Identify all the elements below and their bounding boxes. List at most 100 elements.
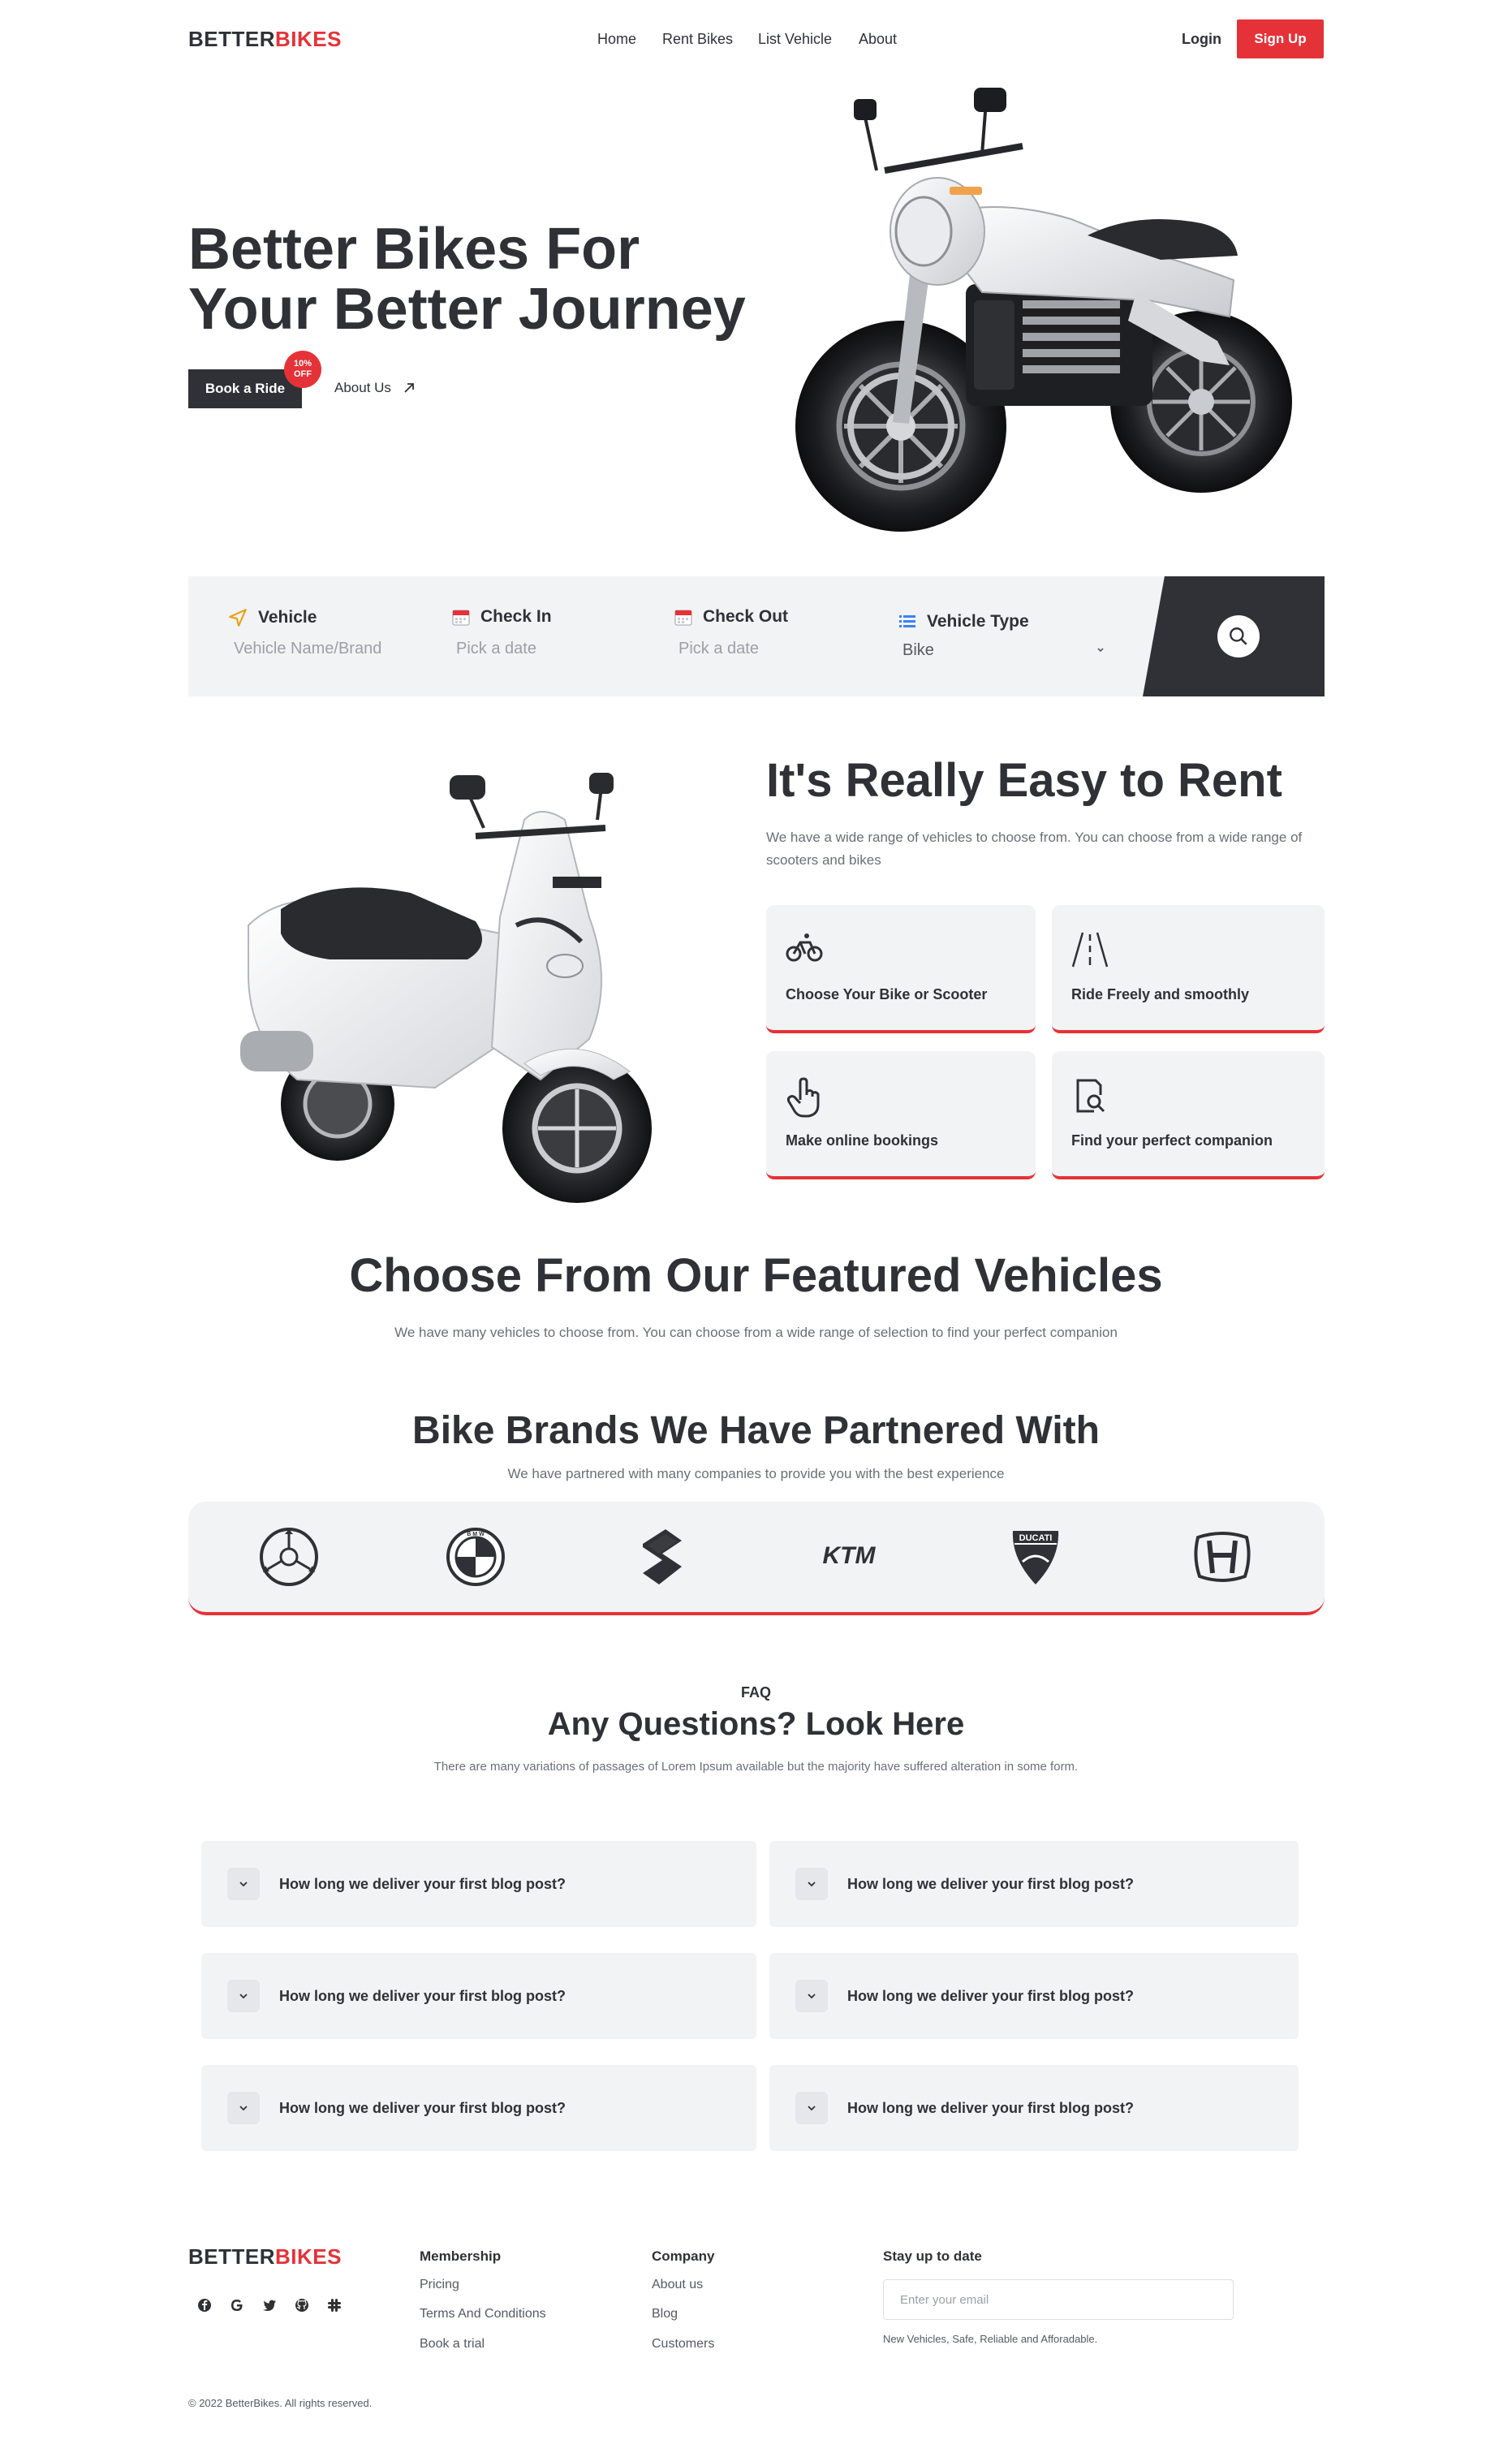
- suzuki-icon: [643, 1529, 682, 1584]
- featured-description: We have many vehicles to choose from. Yo…: [394, 1325, 1118, 1340]
- login-button[interactable]: Login: [1182, 31, 1221, 48]
- faq-question: How long we deliver your first blog post…: [279, 2099, 566, 2116]
- chevron-down-icon: [227, 1868, 260, 1900]
- search-button-panel[interactable]: [1143, 576, 1325, 696]
- faq-question: How long we deliver your first blog post…: [847, 2099, 1135, 2116]
- faq-item[interactable]: How long we deliver your first blog post…: [769, 1841, 1299, 1927]
- brands-description: We have partnered with many companies to…: [507, 1466, 1005, 1481]
- bmw-logo[interactable]: B M W: [445, 1526, 506, 1588]
- feature-label: Choose Your Bike or Scooter: [786, 986, 988, 1002]
- footer-newsletter-title: Stay up to date: [883, 2248, 982, 2264]
- honda-logo[interactable]: [1191, 1526, 1253, 1588]
- copyright: © 2022 BetterBikes. All rights reserved.: [188, 2397, 373, 2409]
- twitter-icon[interactable]: [258, 2294, 281, 2317]
- checkout-label: Check Out: [703, 607, 789, 626]
- bmw-icon: B M W: [446, 1528, 505, 1586]
- about-us-link[interactable]: About Us: [334, 380, 416, 396]
- arrow-up-right-icon: [404, 383, 414, 393]
- footer-link-terms[interactable]: Terms And Conditions: [420, 2307, 546, 2321]
- faq-item[interactable]: How long we deliver your first blog post…: [201, 2065, 756, 2151]
- search-button[interactable]: [1217, 615, 1260, 657]
- faq-item[interactable]: How long we deliver your first blog post…: [769, 2065, 1299, 2151]
- featured-title: Choose From Our Featured Vehicles: [349, 1249, 1163, 1302]
- facebook-icon[interactable]: [193, 2294, 216, 2317]
- checkout-field-label: Check Out: [674, 607, 788, 627]
- newsletter-note: New Vehicles, Safe, Reliable and Afforad…: [883, 2333, 1098, 2345]
- bmw-text: B M W: [467, 1532, 485, 1537]
- ktm-icon: KTM: [823, 1542, 877, 1569]
- feature-label: Ride Freely and smoothly: [1071, 986, 1250, 1002]
- github-icon[interactable]: [291, 2294, 313, 2317]
- vehicle-type-select[interactable]: Bike: [902, 638, 1105, 662]
- vehicle-field-label: Vehicle: [227, 607, 317, 628]
- signup-button[interactable]: Sign Up: [1237, 19, 1324, 58]
- logo-part1: BETTER: [188, 27, 275, 51]
- ducati-icon: DUCATI: [1012, 1531, 1059, 1584]
- vehicle-type-value: Bike: [902, 640, 934, 659]
- search-icon: [1230, 627, 1247, 645]
- vehicle-label: Vehicle: [258, 608, 317, 627]
- social-links: [193, 2294, 346, 2317]
- scooter-image: [240, 773, 652, 1203]
- book-ride-label: Book a Ride: [205, 381, 286, 396]
- footer-logo-part2: BIKES: [275, 2244, 342, 2269]
- discount-badge: 10% OFF: [284, 351, 321, 388]
- hero-motorcycle-image: [795, 88, 1292, 532]
- footer-logo[interactable]: BETTERBIKES: [188, 2244, 342, 2270]
- nav-list-vehicle[interactable]: List Vehicle: [758, 31, 832, 48]
- google-icon[interactable]: [226, 2294, 248, 2317]
- search-document-icon: [1076, 1079, 1105, 1113]
- footer-link-blog[interactable]: Blog: [652, 2307, 678, 2321]
- navigation-arrow-icon: [229, 609, 247, 627]
- slack-icon[interactable]: [323, 2294, 346, 2317]
- faq-question: How long we deliver your first blog post…: [847, 1987, 1135, 2004]
- calendar-icon: [674, 610, 692, 626]
- badge-line2: OFF: [294, 369, 312, 379]
- feature-label: Make online bookings: [786, 1132, 939, 1149]
- faq-question: How long we deliver your first blog post…: [847, 1875, 1135, 1892]
- site-logo[interactable]: BETTERBIKES: [188, 27, 342, 52]
- hero-title: Better Bikes For Your Better Journey: [188, 219, 746, 339]
- brands-title: Bike Brands We Have Partnered With: [412, 1409, 1100, 1452]
- ducati-text: DUCATI: [1019, 1533, 1053, 1543]
- footer-link-about[interactable]: About us: [652, 2278, 703, 2292]
- badge-line1: 10%: [293, 359, 312, 369]
- ducati-logo[interactable]: DUCATI: [1005, 1526, 1066, 1588]
- footer-link-pricing[interactable]: Pricing: [420, 2278, 459, 2292]
- bicycle-icon: [786, 933, 823, 962]
- footer-link-customers[interactable]: Customers: [652, 2337, 714, 2352]
- feature-card-ride: Ride Freely and smoothly: [1052, 905, 1325, 1033]
- nav-home[interactable]: Home: [597, 31, 636, 48]
- faq-item[interactable]: How long we deliver your first blog post…: [201, 1841, 756, 1927]
- chevron-down-icon: [227, 1980, 260, 2012]
- checkout-input[interactable]: Pick a date: [678, 640, 759, 658]
- nav-rent-bikes[interactable]: Rent Bikes: [662, 31, 733, 48]
- chevron-down-icon: [795, 1980, 828, 2012]
- vehicle-type-label: Vehicle Type: [898, 612, 1029, 632]
- brand-logos-strip: B M W KTM DUCATI: [188, 1502, 1325, 1615]
- easy-rent-description: We have a wide range of vehicles to choo…: [766, 830, 1303, 868]
- chevron-down-icon: [227, 2092, 260, 2124]
- faq-description: There are many variations of passages of…: [433, 1760, 1079, 1774]
- hero-title-line1: Better Bikes For: [188, 217, 640, 282]
- faq-item[interactable]: How long we deliver your first blog post…: [201, 1953, 756, 2039]
- nav-about[interactable]: About: [859, 31, 897, 48]
- checkin-label: Check In: [480, 607, 552, 626]
- vehicle-type-title: Vehicle Type: [927, 612, 1029, 631]
- checkin-input[interactable]: Pick a date: [456, 640, 536, 658]
- faq-title: Any Questions? Look Here: [547, 1706, 965, 1742]
- suzuki-logo[interactable]: [631, 1526, 693, 1588]
- ktm-logo[interactable]: KTM: [818, 1526, 880, 1588]
- footer-logo-part1: BETTER: [188, 2244, 275, 2269]
- footer-company-title: Company: [652, 2248, 715, 2264]
- faq-question: How long we deliver your first blog post…: [279, 1987, 566, 2004]
- yamaha-logo[interactable]: [258, 1526, 320, 1588]
- calendar-icon: [452, 610, 470, 626]
- faq-item[interactable]: How long we deliver your first blog post…: [769, 1953, 1299, 2039]
- easy-rent-title: It's Really Easy to Rent: [766, 754, 1282, 807]
- yamaha-icon: [260, 1528, 318, 1586]
- vehicle-input[interactable]: Vehicle Name/Brand: [234, 640, 381, 658]
- newsletter-email-input[interactable]: Enter your email: [883, 2279, 1234, 2320]
- footer-link-trial[interactable]: Book a trial: [420, 2337, 485, 2352]
- feature-card-choose: Choose Your Bike or Scooter: [766, 905, 1036, 1033]
